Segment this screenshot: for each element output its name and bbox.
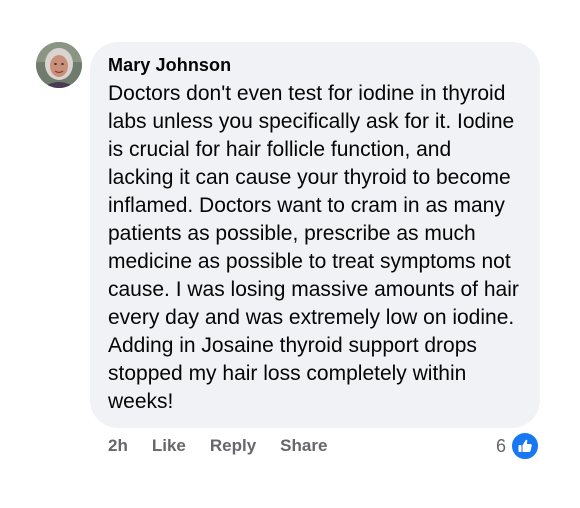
- comment-author[interactable]: Mary Johnson: [108, 55, 231, 76]
- comment-line: stopped my hair loss completely within: [108, 362, 467, 385]
- comment-line: cause. I was losing massive amounts of h…: [108, 278, 519, 301]
- comment-line: labs unless you specifically ask for it.…: [108, 110, 515, 133]
- comment-line: medicine as possible to treat symptoms n…: [108, 250, 511, 273]
- profile-photo-icon: [36, 42, 82, 88]
- comment-line: Adding in Josaine thyroid support drops: [108, 334, 477, 357]
- avatar[interactable]: [36, 42, 82, 88]
- reaction-count: 6: [496, 435, 507, 456]
- like-reaction-badge: [510, 431, 541, 461]
- comment-bubble: Mary Johnson Doctors don't even test for…: [90, 42, 540, 428]
- comment-actions: 2h Like Reply Share: [108, 435, 351, 457]
- share-button[interactable]: Share: [280, 436, 327, 456]
- thumbs-up-icon: [518, 439, 532, 452]
- comment-line: lacking it can cause your thyroid to bec…: [108, 166, 511, 189]
- timestamp[interactable]: 2h: [108, 436, 128, 456]
- comment-line: patients as possible, prescribe as much: [108, 222, 476, 245]
- reaction-summary[interactable]: 6: [496, 431, 541, 461]
- comment-line: weeks!: [108, 390, 174, 413]
- comment-line: every day and was extremely low on iodin…: [108, 306, 515, 329]
- comment-line: is crucial for hair follicle function, a…: [108, 138, 452, 161]
- like-button[interactable]: Like: [152, 436, 186, 456]
- comment-text: Doctors don't even test for iodine in th…: [108, 80, 528, 416]
- comment-line: inflamed. Doctors want to cram in as man…: [108, 194, 505, 217]
- comment-line: Doctors don't even test for iodine in th…: [108, 82, 506, 105]
- comment: Mary Johnson Doctors don't even test for…: [0, 0, 580, 508]
- reply-button[interactable]: Reply: [210, 436, 256, 456]
